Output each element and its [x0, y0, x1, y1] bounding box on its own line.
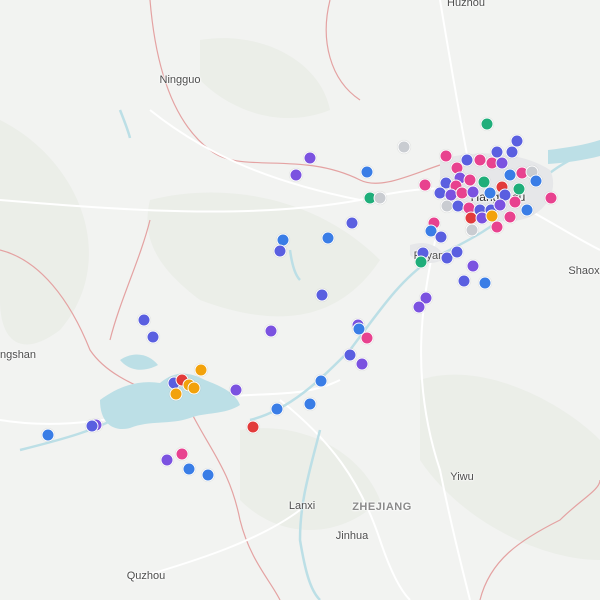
map-marker[interactable]: [466, 259, 480, 273]
place-label-huangshan: ngshan: [0, 349, 37, 361]
place-label-ningguo: Ningguo: [159, 74, 201, 86]
map-marker[interactable]: [315, 288, 329, 302]
map-marker[interactable]: [529, 174, 543, 188]
place-label-jinhua: Jinhua: [335, 530, 369, 542]
map-marker[interactable]: [175, 447, 189, 461]
map-marker[interactable]: [473, 153, 487, 167]
map-marker[interactable]: [450, 245, 464, 259]
map-marker[interactable]: [439, 149, 453, 163]
map-marker[interactable]: [169, 387, 183, 401]
map-marker[interactable]: [85, 419, 99, 433]
map-marker[interactable]: [314, 374, 328, 388]
map-marker[interactable]: [480, 117, 494, 131]
map-marker[interactable]: [146, 330, 160, 344]
map-marker[interactable]: [373, 191, 387, 205]
map-marker[interactable]: [194, 363, 208, 377]
map-marker[interactable]: [503, 210, 517, 224]
map-canvas[interactable]: Huzhou Ningguo Hangzhou Fuyang Shaox ngs…: [0, 0, 600, 600]
map-marker[interactable]: [397, 140, 411, 154]
map-marker[interactable]: [512, 182, 526, 196]
region-label-zhejiang: ZHEJIANG: [352, 501, 412, 513]
map-marker[interactable]: [463, 173, 477, 187]
map-marker[interactable]: [418, 178, 432, 192]
map-marker[interactable]: [508, 195, 522, 209]
map-marker[interactable]: [345, 216, 359, 230]
place-label-huzhou: Huzhou: [447, 0, 485, 9]
map-marker[interactable]: [465, 223, 479, 237]
map-marker[interactable]: [466, 185, 480, 199]
map-marker[interactable]: [478, 276, 492, 290]
map-marker[interactable]: [273, 244, 287, 258]
map-marker[interactable]: [187, 381, 201, 395]
map-marker[interactable]: [414, 255, 428, 269]
map-marker[interactable]: [495, 156, 509, 170]
map-marker[interactable]: [229, 383, 243, 397]
map-marker[interactable]: [352, 322, 366, 336]
map-marker[interactable]: [457, 274, 471, 288]
map-marker[interactable]: [182, 462, 196, 476]
map-marker[interactable]: [160, 453, 174, 467]
lake-arm: [120, 354, 158, 370]
map-marker[interactable]: [343, 348, 357, 362]
map-marker[interactable]: [483, 186, 497, 200]
place-label-yiwu: Yiwu: [450, 471, 474, 483]
map-marker[interactable]: [412, 300, 426, 314]
place-label-quzhou: Quzhou: [126, 570, 166, 582]
terrain-shading: [0, 38, 600, 560]
map-marker[interactable]: [520, 203, 534, 217]
map-marker[interactable]: [289, 168, 303, 182]
map-marker[interactable]: [544, 191, 558, 205]
map-marker[interactable]: [460, 153, 474, 167]
map-marker[interactable]: [41, 428, 55, 442]
map-marker[interactable]: [270, 402, 284, 416]
map-marker[interactable]: [503, 168, 517, 182]
place-label-shaoxing: Shaox: [568, 265, 600, 277]
map-marker[interactable]: [490, 220, 504, 234]
place-label-lanxi: Lanxi: [288, 500, 316, 512]
map-marker[interactable]: [303, 397, 317, 411]
map-marker[interactable]: [505, 145, 519, 159]
map-marker[interactable]: [264, 324, 278, 338]
map-marker[interactable]: [137, 313, 151, 327]
map-marker[interactable]: [360, 165, 374, 179]
map-marker[interactable]: [201, 468, 215, 482]
map-marker[interactable]: [355, 357, 369, 371]
map-marker[interactable]: [246, 420, 260, 434]
map-marker[interactable]: [434, 230, 448, 244]
map-marker[interactable]: [303, 151, 317, 165]
qiantang-estuary: [548, 140, 600, 164]
map-marker[interactable]: [321, 231, 335, 245]
